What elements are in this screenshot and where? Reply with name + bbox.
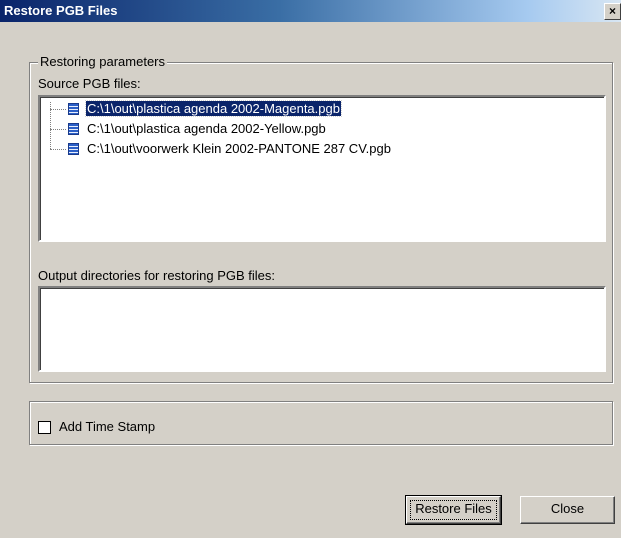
restoring-parameters-legend: Restoring parameters [38,54,167,69]
source-file-path: C:\1\out\voorwerk Klein 2002-PANTONE 287… [87,141,391,156]
tree-connector [50,109,66,110]
restore-files-button[interactable]: Restore Files [405,495,502,525]
source-file-item[interactable]: C:\1\out\plastica agenda 2002-Magenta.pg… [40,100,600,118]
pgb-file-icon [68,123,79,135]
tree-connector [50,149,66,150]
window-title: Restore PGB Files [4,3,118,18]
pgb-file-icon [68,143,79,155]
source-files-label: Source PGB files: [38,76,141,91]
close-icon: × [608,4,616,18]
tree-connector [50,129,66,130]
add-time-stamp-label[interactable]: Add Time Stamp [59,419,155,434]
source-files-tree[interactable]: C:\1\out\plastica agenda 2002-Magenta.pg… [38,95,606,242]
output-directories-label: Output directories for restoring PGB fil… [38,268,275,283]
close-button[interactable]: Close [520,496,615,524]
pgb-file-icon [68,103,79,115]
source-file-item[interactable]: C:\1\out\plastica agenda 2002-Yellow.pgb [40,120,600,138]
source-file-item[interactable]: C:\1\out\voorwerk Klein 2002-PANTONE 287… [40,140,600,158]
restore-files-label: Restore Files [415,501,492,516]
source-file-path: C:\1\out\plastica agenda 2002-Magenta.pg… [85,100,342,117]
close-label: Close [550,501,585,516]
source-file-path: C:\1\out\plastica agenda 2002-Yellow.pgb [87,121,326,136]
output-directories-list[interactable] [38,286,606,372]
title-bar: Restore PGB Files × [0,0,621,22]
close-window-button[interactable]: × [604,3,621,20]
add-time-stamp-checkbox[interactable] [38,421,51,434]
